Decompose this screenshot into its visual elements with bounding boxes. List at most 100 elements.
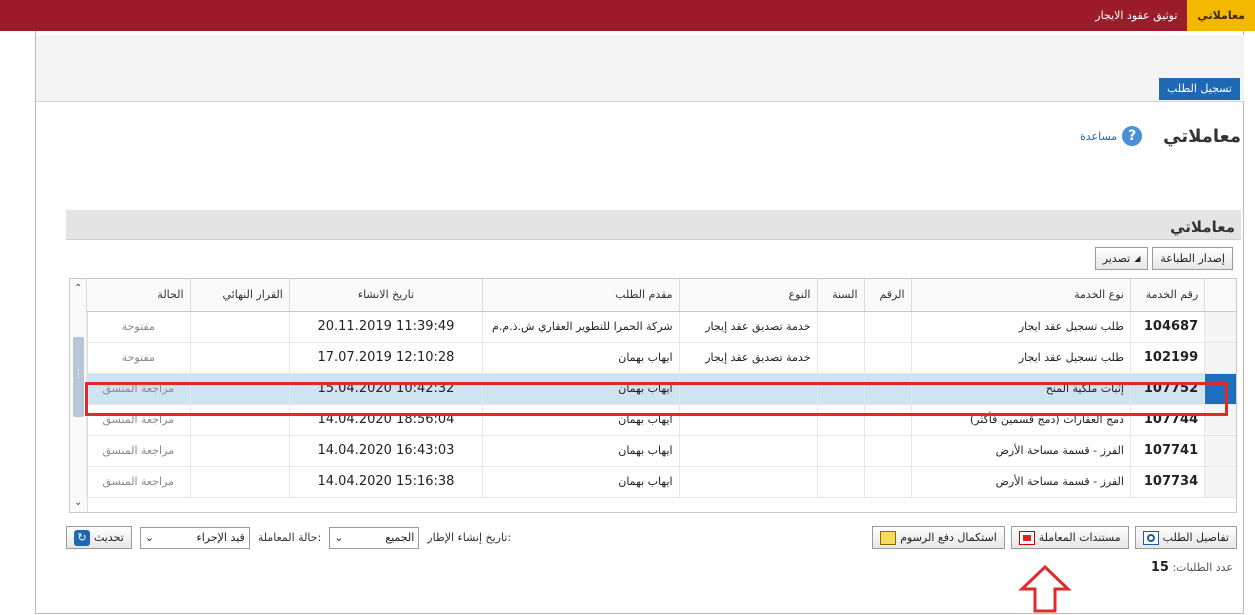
chevron-down-icon: ⌄ — [334, 530, 344, 544]
grip-icon: ⋮ — [73, 369, 84, 380]
created-date-select-value: الجميع — [385, 530, 415, 544]
created-date: 16:43:03 14.04.2020 — [288, 435, 483, 467]
bottom-toolbar: تفاصيل الطلب مستندات المعاملة استكمال دف… — [66, 526, 1241, 556]
final-decision — [189, 311, 290, 343]
filters: ↻ تحديث ⌄ قيد الإجراء حالة المعاملة: ⌄ ا… — [66, 526, 511, 549]
status-cell: مراجعة المنسق — [86, 435, 191, 467]
help-link[interactable]: ? مساعدة — [1080, 126, 1143, 146]
created-date: 15:16:38 14.04.2020 — [288, 466, 483, 498]
record-type — [678, 466, 817, 498]
record-type: خدمة تصديق عقد إيجار — [678, 342, 817, 374]
service-type: طلب تسجيل عقد ايجار — [910, 311, 1131, 343]
service-type: طلب تسجيل عقد ايجار — [910, 342, 1131, 374]
status-select-value: قيد الإجراء — [196, 530, 245, 544]
help-label: مساعدة — [1080, 129, 1118, 143]
column-header[interactable]: النوع — [678, 279, 817, 312]
status-cell: مفتوحة — [86, 342, 191, 374]
highlight-box — [85, 382, 1228, 416]
request-count: عدد الطلبات: 15 — [1151, 560, 1233, 575]
status-cell: مفتوحة — [86, 311, 191, 343]
applicant: ايهاب بهمان — [482, 342, 680, 374]
column-header[interactable]: رقم الخدمة — [1129, 279, 1205, 312]
page-title: معاملاتي — [1163, 126, 1241, 147]
refresh-label: تحديث — [94, 531, 124, 544]
print-button[interactable]: إصدار الطباعة — [1152, 247, 1233, 270]
request-details-button[interactable]: تفاصيل الطلب — [1134, 526, 1237, 549]
record-year — [816, 342, 865, 374]
help-icon: ? — [1122, 126, 1143, 146]
final-decision — [189, 466, 290, 498]
created-date-select[interactable]: ⌄ الجميع — [329, 526, 420, 549]
created-date: 11:39:49 20.11.2019 — [288, 311, 483, 343]
export-label: تصدير — [1102, 252, 1131, 265]
export-button[interactable]: تصدير ◢ — [1094, 247, 1149, 270]
table-row[interactable]: 107741 الفرز - قسمة مساحة الأرض ايهاب به… — [86, 435, 1236, 467]
column-header[interactable]: الرقم — [863, 279, 912, 312]
row-selector[interactable] — [1204, 342, 1236, 374]
service-number: 107734 — [1129, 466, 1205, 498]
column-header[interactable]: مقدم الطلب — [482, 279, 680, 312]
status-filter-label: حالة المعاملة: — [257, 531, 322, 544]
final-decision — [189, 342, 290, 374]
top-navigation-bar: معاملاتي توثيق عقود الايجار — [0, 0, 1255, 31]
applicant: ايهاب بهمان — [482, 466, 680, 498]
record-year — [816, 435, 865, 467]
tab-lease-notarization[interactable]: توثيق عقود الايجار — [1085, 0, 1187, 31]
service-type: الفرز - قسمة مساحة الأرض — [910, 466, 1131, 498]
panel-header: معاملاتي — [66, 210, 1241, 240]
record-year — [816, 466, 865, 498]
header-band — [36, 35, 1244, 102]
panel-toolbar: إصدار الطباعة تصدير ◢ — [1094, 247, 1233, 270]
row-selector[interactable] — [1204, 435, 1236, 467]
chevron-down-icon: ⌄ — [144, 530, 155, 544]
applicant: شركة الحمرا للتطوير العقاري ش.ذ.م.م — [482, 311, 680, 343]
scroll-down-icon[interactable]: ⌄ — [74, 497, 82, 508]
scroll-up-icon[interactable]: ⌃ — [74, 283, 82, 294]
column-header[interactable]: القرار النهائي — [189, 279, 290, 312]
status-select[interactable]: ⌄ قيد الإجراء — [139, 526, 250, 549]
service-number: 102199 — [1129, 342, 1205, 374]
applicant: ايهاب بهمان — [482, 435, 680, 467]
up-arrow-annotation — [1018, 565, 1072, 613]
column-header[interactable]: نوع الخدمة — [910, 279, 1131, 312]
record-number — [863, 466, 912, 498]
record-number — [863, 342, 912, 374]
row-selector[interactable] — [1204, 311, 1236, 343]
table-header-row: رقم الخدمة نوع الخدمة الرقم السنة النوع … — [86, 279, 1236, 312]
column-header[interactable]: تاريخ الانشاء — [288, 279, 483, 312]
table-row[interactable]: 107734 الفرز - قسمة مساحة الأرض ايهاب به… — [86, 466, 1236, 498]
record-type — [678, 435, 817, 467]
table-row[interactable]: 104687 طلب تسجيل عقد ايجار خدمة تصديق عق… — [86, 311, 1236, 343]
record-type: خدمة تصديق عقد إيجار — [678, 311, 817, 343]
dropdown-corner-icon: ◢ — [1134, 254, 1141, 263]
transaction-documents-label: مستندات المعاملة — [1038, 531, 1121, 544]
top-tabs: معاملاتي توثيق عقود الايجار — [1085, 0, 1255, 31]
complete-fees-button[interactable]: استكمال دفع الرسوم — [872, 526, 1005, 549]
tab-my-transactions[interactable]: معاملاتي — [1187, 0, 1255, 31]
created-date-filter-label: تاريخ إنشاء الإطار: — [427, 531, 512, 544]
row-selector[interactable] — [1204, 466, 1236, 498]
column-header[interactable]: الحالة — [86, 279, 191, 312]
action-buttons: تفاصيل الطلب مستندات المعاملة استكمال دف… — [872, 526, 1237, 549]
refresh-button[interactable]: ↻ تحديث — [66, 526, 132, 549]
table-row[interactable]: 102199 طلب تسجيل عقد ايجار خدمة تصديق عق… — [86, 342, 1236, 374]
request-count-value: 15 — [1150, 560, 1169, 575]
refresh-icon: ↻ — [74, 529, 90, 546]
scroll-thumb[interactable]: ⋮ — [73, 337, 84, 417]
service-number: 104687 — [1129, 311, 1205, 343]
transaction-documents-button[interactable]: مستندات المعاملة — [1010, 526, 1129, 549]
service-number: 107741 — [1129, 435, 1205, 467]
record-year — [816, 311, 865, 343]
pdf-document-icon — [1018, 530, 1035, 545]
select-column-header — [1204, 279, 1236, 312]
column-header[interactable]: السنة — [816, 279, 865, 312]
record-number — [863, 435, 912, 467]
record-number — [863, 311, 912, 343]
register-request-button[interactable]: تسجيل الطلب — [1159, 78, 1240, 100]
service-type: الفرز - قسمة مساحة الأرض — [910, 435, 1131, 467]
status-cell: مراجعة المنسق — [86, 466, 191, 498]
panel-title: معاملاتي — [1170, 218, 1235, 236]
request-count-label: عدد الطلبات: — [1172, 561, 1233, 574]
request-details-label: تفاصيل الطلب — [1162, 531, 1229, 544]
created-date: 12:10:28 17.07.2019 — [288, 342, 483, 374]
